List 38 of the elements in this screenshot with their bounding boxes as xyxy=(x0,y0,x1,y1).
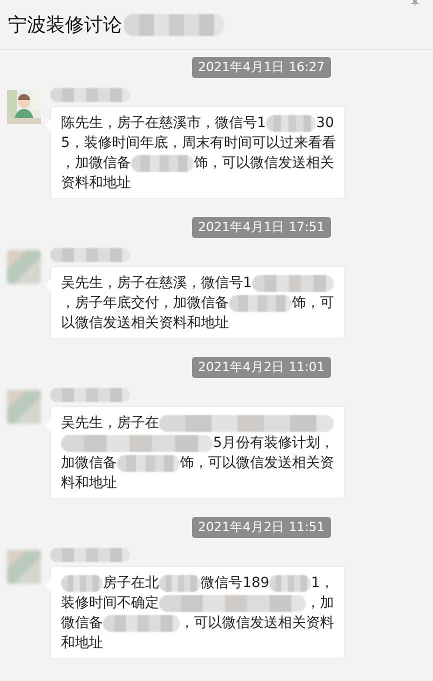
message-text: ，加微信备 xyxy=(61,154,131,172)
message-text: 加微信备 xyxy=(61,454,117,472)
blurred-patch xyxy=(229,294,292,312)
chat-title: 宁波装修讨论 xyxy=(8,12,122,38)
message-text: 30 xyxy=(316,115,334,131)
message-text: ，可以微信发送相关资料 xyxy=(180,614,334,632)
blurred-patch xyxy=(269,574,312,592)
blurred-patch xyxy=(266,114,316,132)
message-text: 吴先生，房子在慈溪，微信号1 xyxy=(61,274,252,292)
message-text: 和地址 xyxy=(61,634,103,652)
message-text: 吴先生，房子在 xyxy=(61,414,159,432)
message-text: 1， xyxy=(311,574,334,592)
timestamp: 2021年4月1日 16:27 xyxy=(192,57,331,78)
message-text: 房子在北 xyxy=(102,574,159,592)
blurred-avatar xyxy=(7,250,41,284)
message-text: 饰，可以微信发送相关 xyxy=(194,154,334,172)
message-text: 装修时间不确定 xyxy=(61,594,159,612)
message-text: 饰，可 xyxy=(292,294,334,312)
message-text: 微信号189 xyxy=(200,574,270,592)
timestamp: 2021年4月2日 11:01 xyxy=(192,357,331,378)
blurred-patch xyxy=(117,454,180,472)
blurred-avatar xyxy=(7,390,41,424)
message-text: 资料和地址 xyxy=(61,174,131,192)
timestamp: 2021年4月1日 17:51 xyxy=(192,217,331,238)
message-text: ，加 xyxy=(306,594,334,612)
blurred-patch xyxy=(158,574,201,592)
blurred-patch xyxy=(61,574,103,592)
timestamp: 2021年4月2日 11:51 xyxy=(192,517,331,538)
message-text: 以微信发送相关资料和地址 xyxy=(61,314,229,332)
message-text: 5月份有装修计划， xyxy=(213,434,334,452)
message-text: 料和地址 xyxy=(61,474,117,492)
message-text: 陈先生，房子在慈溪市，微信号1 xyxy=(61,114,266,132)
message-text: 5，装修时间年底，周末有时间可以过来看看 xyxy=(61,134,336,152)
message-text: ，房子年底交付，加微信备 xyxy=(61,294,229,312)
blurred-avatar xyxy=(7,550,41,584)
message-text: 饰，可以微信发送相关资 xyxy=(180,454,334,472)
message-text: 微信备 xyxy=(61,614,103,632)
blurred-patch xyxy=(131,154,194,172)
